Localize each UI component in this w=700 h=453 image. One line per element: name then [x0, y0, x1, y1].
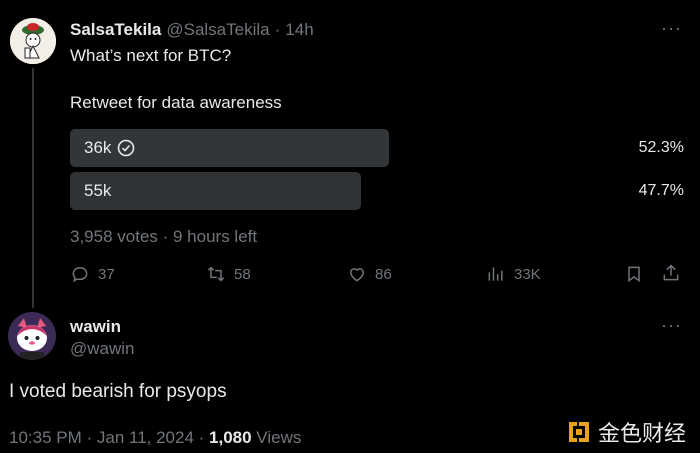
- handle[interactable]: @wawin: [70, 339, 135, 359]
- avatar-image: [10, 18, 56, 64]
- bookmark-button[interactable]: [624, 264, 644, 284]
- tweet-timestamp-line: 10:35 PM · Jan 11, 2024 · 1,080 Views: [9, 428, 301, 448]
- poll-option-label: 55k: [84, 181, 112, 200]
- poll-option-label: 36k: [84, 138, 112, 157]
- separator: ·: [274, 20, 281, 39]
- poll-bar-55k: [70, 172, 361, 210]
- reply-count: 37: [98, 265, 115, 283]
- tweet-text: I voted bearish for psyops: [9, 381, 227, 402]
- thread-line: [32, 68, 34, 308]
- share-icon: [663, 264, 679, 281]
- avatar[interactable]: [8, 312, 56, 360]
- reply-icon: [72, 266, 88, 283]
- views-total: 1,080: [209, 428, 252, 447]
- tweet-subtext: Retweet for data awareness: [70, 93, 282, 112]
- watermark: 金色财经: [566, 416, 686, 448]
- tweet-timestamp[interactable]: 10:35 PM · Jan 11, 2024 ·: [9, 428, 209, 447]
- display-name[interactable]: wawin: [70, 317, 121, 337]
- poll-percent-36k: 52.3%: [638, 139, 684, 156]
- views-label: Views: [251, 428, 302, 447]
- poll-option-36k: 36k: [84, 138, 135, 158]
- retweet-count: 58: [234, 265, 251, 283]
- retweet-icon: [207, 266, 225, 282]
- watermark-text: 金色财经: [597, 421, 686, 446]
- tweet-text: What’s next for BTC?: [70, 46, 232, 65]
- tweet-header: SalsaTekila @SalsaTekila · 14h: [70, 20, 314, 40]
- like-button[interactable]: 86: [347, 264, 392, 284]
- views-button[interactable]: 33K: [486, 264, 541, 284]
- tweet-time[interactable]: 14h: [285, 20, 313, 40]
- bookmark-icon: [628, 266, 640, 283]
- poll-summary: 3,958 votes · 9 hours left: [70, 227, 258, 246]
- more-options-icon[interactable]: ···: [661, 18, 682, 39]
- check-circle-icon: [118, 139, 135, 157]
- like-count: 86: [375, 265, 392, 283]
- avatar-image: [8, 312, 56, 360]
- reply-button[interactable]: 37: [70, 264, 115, 284]
- display-name[interactable]: SalsaTekila: [70, 20, 161, 40]
- avatar[interactable]: [10, 18, 56, 64]
- heart-icon: [349, 268, 365, 282]
- views-count: 33K: [514, 265, 541, 283]
- analytics-icon: [488, 267, 503, 281]
- poll-percent-55k: 47.7%: [638, 182, 684, 199]
- more-options-icon[interactable]: ···: [661, 315, 682, 336]
- handle[interactable]: @SalsaTekila: [166, 20, 269, 40]
- retweet-button[interactable]: 58: [206, 264, 251, 284]
- poll-option-55k: 55k: [84, 181, 111, 201]
- jinse-logo-icon: [568, 422, 589, 442]
- share-button[interactable]: [661, 263, 681, 283]
